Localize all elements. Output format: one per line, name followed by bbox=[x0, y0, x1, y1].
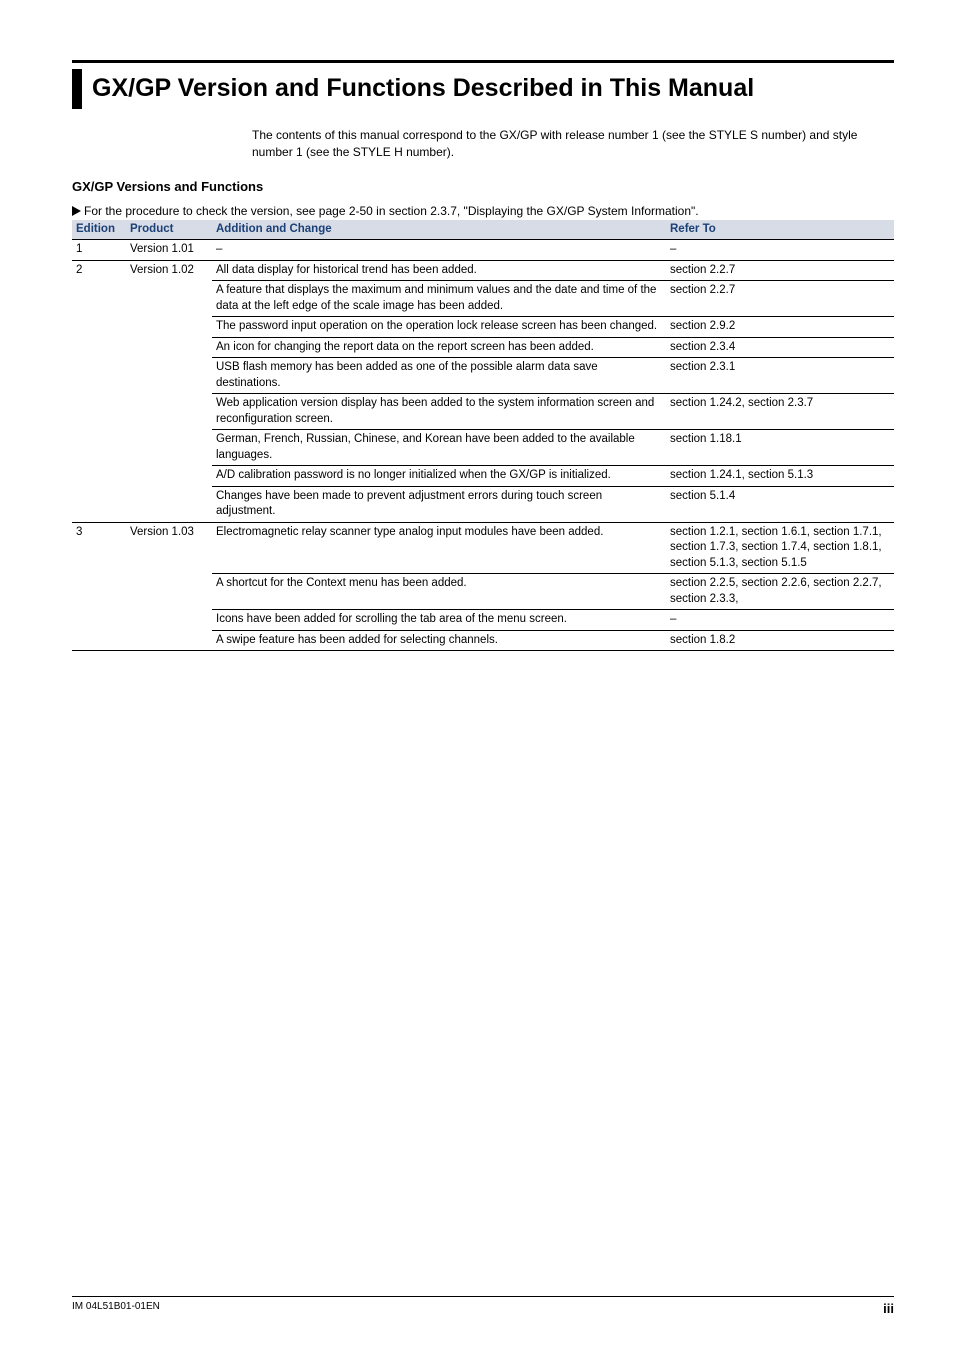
cell-addition: A swipe feature has been added for selec… bbox=[212, 630, 666, 651]
revision-table: Edition Product Addition and Change Refe… bbox=[72, 220, 894, 652]
cell-product bbox=[126, 358, 212, 394]
cell-edition bbox=[72, 430, 126, 466]
cell-product bbox=[126, 430, 212, 466]
cell-edition bbox=[72, 574, 126, 610]
cell-addition: German, French, Russian, Chinese, and Ko… bbox=[212, 430, 666, 466]
title-bar bbox=[72, 69, 82, 109]
cell-addition: An icon for changing the report data on … bbox=[212, 337, 666, 358]
cell-refer: section 2.2.5, section 2.2.6, section 2.… bbox=[666, 574, 894, 610]
cell-addition: The password input operation on the oper… bbox=[212, 317, 666, 338]
col-product: Product bbox=[126, 220, 212, 240]
table-row: A feature that displays the maximum and … bbox=[72, 281, 894, 317]
cell-edition bbox=[72, 610, 126, 631]
page-title: GX/GP Version and Functions Described in… bbox=[92, 69, 754, 109]
cell-edition bbox=[72, 486, 126, 522]
cell-product bbox=[126, 610, 212, 631]
cell-edition bbox=[72, 337, 126, 358]
footer-page-number: iii bbox=[883, 1301, 894, 1316]
cell-edition: 2 bbox=[72, 260, 126, 281]
section-heading: GX/GP Versions and Functions bbox=[72, 179, 894, 194]
cell-refer: section 1.18.1 bbox=[666, 430, 894, 466]
table-row: Changes have been made to prevent adjust… bbox=[72, 486, 894, 522]
cell-product bbox=[126, 317, 212, 338]
cell-edition: 3 bbox=[72, 522, 126, 574]
cell-product bbox=[126, 337, 212, 358]
title-block: GX/GP Version and Functions Described in… bbox=[72, 60, 894, 109]
cell-refer: section 1.24.2, section 2.3.7 bbox=[666, 394, 894, 430]
cell-refer: section 5.1.4 bbox=[666, 486, 894, 522]
cell-product: Version 1.02 bbox=[126, 260, 212, 281]
cell-product bbox=[126, 394, 212, 430]
cell-edition bbox=[72, 317, 126, 338]
cell-refer: section 1.2.1, section 1.6.1, section 1.… bbox=[666, 522, 894, 574]
cell-product: Version 1.01 bbox=[126, 240, 212, 261]
cell-product bbox=[126, 466, 212, 487]
cell-product bbox=[126, 281, 212, 317]
footer-doc-id: IM 04L51B01-01EN bbox=[72, 1301, 160, 1316]
cell-addition: A/D calibration password is no longer in… bbox=[212, 466, 666, 487]
page-footer: IM 04L51B01-01EN iii bbox=[72, 1296, 894, 1316]
cell-product bbox=[126, 630, 212, 651]
col-edition: Edition bbox=[72, 220, 126, 240]
cell-product bbox=[126, 486, 212, 522]
cell-addition: USB flash memory has been added as one o… bbox=[212, 358, 666, 394]
cell-edition bbox=[72, 394, 126, 430]
table-row: A/D calibration password is no longer in… bbox=[72, 466, 894, 487]
col-refer: Refer To bbox=[666, 220, 894, 240]
table-row: An icon for changing the report data on … bbox=[72, 337, 894, 358]
cell-addition: A shortcut for the Context menu has been… bbox=[212, 574, 666, 610]
cell-addition: Electromagnetic relay scanner type analo… bbox=[212, 522, 666, 574]
play-icon bbox=[72, 206, 81, 216]
col-addition: Addition and Change bbox=[212, 220, 666, 240]
table-row: The password input operation on the oper… bbox=[72, 317, 894, 338]
cell-addition: All data display for historical trend ha… bbox=[212, 260, 666, 281]
table-row: 2Version 1.02All data display for histor… bbox=[72, 260, 894, 281]
cell-edition bbox=[72, 466, 126, 487]
procedure-note-text: For the procedure to check the version, … bbox=[84, 204, 699, 218]
cell-addition: Icons have been added for scrolling the … bbox=[212, 610, 666, 631]
cell-product bbox=[126, 574, 212, 610]
cell-refer: – bbox=[666, 610, 894, 631]
cell-product: Version 1.03 bbox=[126, 522, 212, 574]
table-row: German, French, Russian, Chinese, and Ko… bbox=[72, 430, 894, 466]
table-row: 1Version 1.01–– bbox=[72, 240, 894, 261]
cell-addition: Changes have been made to prevent adjust… bbox=[212, 486, 666, 522]
cell-edition bbox=[72, 281, 126, 317]
cell-refer: section 2.9.2 bbox=[666, 317, 894, 338]
table-row: 3Version 1.03Electromagnetic relay scann… bbox=[72, 522, 894, 574]
table-row: USB flash memory has been added as one o… bbox=[72, 358, 894, 394]
table-row: Web application version display has been… bbox=[72, 394, 894, 430]
cell-edition: 1 bbox=[72, 240, 126, 261]
cell-refer: section 1.24.1, section 5.1.3 bbox=[666, 466, 894, 487]
cell-refer: section 1.8.2 bbox=[666, 630, 894, 651]
cell-addition: A feature that displays the maximum and … bbox=[212, 281, 666, 317]
cell-refer: section 2.3.4 bbox=[666, 337, 894, 358]
cell-addition: Web application version display has been… bbox=[212, 394, 666, 430]
table-row: A shortcut for the Context menu has been… bbox=[72, 574, 894, 610]
cell-edition bbox=[72, 630, 126, 651]
table-row: A swipe feature has been added for selec… bbox=[72, 630, 894, 651]
procedure-note: For the procedure to check the version, … bbox=[72, 204, 894, 218]
table-header-row: Edition Product Addition and Change Refe… bbox=[72, 220, 894, 240]
cell-refer: section 2.2.7 bbox=[666, 260, 894, 281]
cell-addition: – bbox=[212, 240, 666, 261]
intro-paragraph: The contents of this manual correspond t… bbox=[252, 127, 894, 161]
cell-edition bbox=[72, 358, 126, 394]
table-row: Icons have been added for scrolling the … bbox=[72, 610, 894, 631]
cell-refer: section 2.2.7 bbox=[666, 281, 894, 317]
cell-refer: section 2.3.1 bbox=[666, 358, 894, 394]
cell-refer: – bbox=[666, 240, 894, 261]
